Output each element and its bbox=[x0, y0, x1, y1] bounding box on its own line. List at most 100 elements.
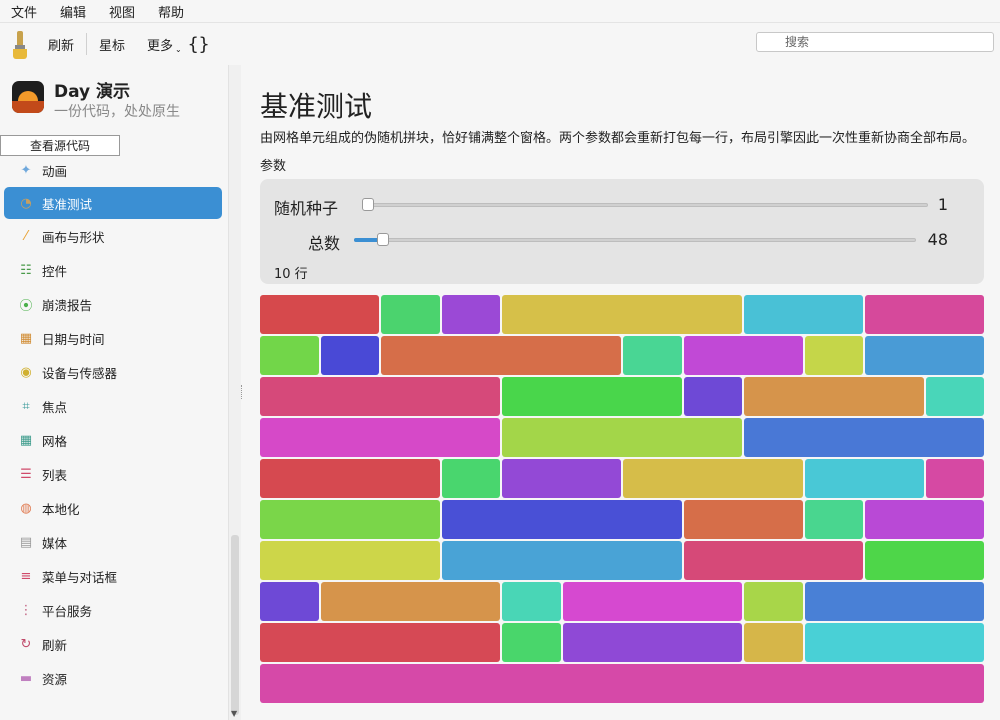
app-subtitle: 一份代码，处处原生 bbox=[54, 104, 180, 120]
sidebar-item-label: 菜单与对话框 bbox=[42, 569, 118, 585]
menu-item-0[interactable]: 文件 bbox=[0, 2, 49, 21]
sidebar-item-9[interactable]: ☰ 列表 bbox=[0, 457, 228, 491]
seed-slider-row: 随机种子 1 bbox=[274, 193, 974, 218]
section-heading: 参数 bbox=[260, 159, 287, 174]
tile bbox=[502, 623, 561, 662]
tile bbox=[744, 623, 803, 662]
tile bbox=[925, 459, 984, 498]
tile bbox=[502, 295, 742, 334]
tile bbox=[260, 500, 440, 539]
sidebar-item-15[interactable]: ▬ 资源 bbox=[0, 661, 228, 695]
tile bbox=[502, 418, 742, 457]
tile bbox=[320, 336, 379, 375]
sidebar-item-label: 画布与形状 bbox=[42, 229, 105, 245]
dots-icon: ⋮ bbox=[19, 602, 33, 618]
tile bbox=[804, 500, 863, 539]
sliders-icon: ☷ bbox=[20, 262, 32, 278]
tile bbox=[744, 582, 803, 621]
sidebar-item-14[interactable]: ↻ 刷新 bbox=[0, 627, 228, 661]
seed-slider-track[interactable] bbox=[362, 203, 928, 207]
calendar-icon: ▦ bbox=[19, 330, 33, 346]
scroll-down-arrow-icon[interactable]: ▼ bbox=[231, 709, 237, 718]
sidebar-item-7[interactable]: ⌗ 焦点 bbox=[0, 389, 228, 423]
tile bbox=[562, 582, 742, 621]
search-input[interactable] bbox=[756, 32, 994, 52]
sidebar-item-11[interactable]: ▤ 媒体 bbox=[0, 525, 228, 559]
tile bbox=[683, 336, 803, 375]
tile-grid bbox=[260, 295, 984, 705]
tile bbox=[925, 377, 984, 416]
sidebar-item-1[interactable]: ◔ 基准测试 bbox=[4, 187, 222, 219]
sidebar-item-4[interactable]: ⦿ 崩溃报告 bbox=[0, 287, 228, 321]
tile bbox=[865, 500, 984, 539]
sidebar-nav: ✦ 动画 ◔ 基准测试 ⁄ 画布与形状 ☷ 控件 ⦿ 崩溃报告 ▦ 日期与时间 ◉ 设备与传感器 ⌗ 焦点 ▦ 网… bbox=[0, 153, 228, 695]
tile bbox=[381, 295, 440, 334]
tile bbox=[865, 541, 984, 580]
tile bbox=[683, 500, 803, 539]
seed-slider-knob[interactable] bbox=[362, 198, 374, 211]
tile bbox=[623, 336, 682, 375]
list-icon: ☰ bbox=[20, 466, 32, 482]
pane-splitter[interactable] bbox=[241, 385, 244, 399]
braces-icon[interactable]: {} bbox=[182, 34, 210, 55]
count-slider-knob[interactable] bbox=[376, 233, 389, 246]
chevron-down-icon: ⌄ bbox=[175, 44, 182, 54]
more-button[interactable]: 更多 bbox=[137, 35, 177, 54]
tile bbox=[441, 500, 682, 539]
sidebar-item-13[interactable]: ⋮ 平台服务 bbox=[0, 593, 228, 627]
tile bbox=[623, 459, 803, 498]
sidebar-item-label: 日期与时间 bbox=[42, 331, 105, 347]
star-button[interactable]: 星标 bbox=[87, 35, 137, 54]
menu-item-2[interactable]: 视图 bbox=[98, 2, 147, 21]
sidebar-item-label: 动画 bbox=[42, 163, 68, 179]
sidebar: Day 演示 一份代码，处处原生 查看源代码 ✦ 动画 ◔ 基准测试 ⁄ 画布与形状 ☷ 控件… bbox=[0, 65, 228, 720]
tile bbox=[441, 541, 682, 580]
sidebar-item-0[interactable]: ✦ 动画 bbox=[0, 153, 228, 187]
sidebar-item-5[interactable]: ▦ 日期与时间 bbox=[0, 321, 228, 355]
parameters-panel: 随机种子 1 总数 48 10 行 bbox=[260, 179, 984, 284]
sidebar-scrollbar[interactable]: ▼ bbox=[228, 65, 241, 720]
tile bbox=[441, 295, 500, 334]
sidebar-item-8[interactable]: ▦ 网格 bbox=[0, 423, 228, 457]
sidebar-item-label: 列表 bbox=[42, 467, 68, 483]
tile bbox=[260, 664, 984, 703]
tile bbox=[381, 336, 621, 375]
broadcast-icon: ⦿ bbox=[19, 298, 33, 314]
sidebar-item-10[interactable]: ◍ 本地化 bbox=[0, 491, 228, 525]
view-source-button[interactable]: 查看源代码 bbox=[0, 135, 120, 156]
sidebar-item-6[interactable]: ◉ 设备与传感器 bbox=[0, 355, 228, 389]
menu-icon: ≡ bbox=[20, 568, 32, 584]
page-description: 由网格单元组成的伪随机拼块，恰好铺满整个窗格。两个参数都会重新打包每一行，布局引… bbox=[260, 131, 976, 146]
tile bbox=[804, 336, 863, 375]
tile bbox=[502, 459, 621, 498]
tile bbox=[441, 459, 500, 498]
sidebar-item-12[interactable]: ≡ 菜单与对话框 bbox=[0, 559, 228, 593]
clapper-icon: ▤ bbox=[19, 534, 33, 550]
tile bbox=[260, 295, 379, 334]
sidebar-item-label: 基准测试 bbox=[42, 196, 93, 212]
count-slider-row: 总数 48 bbox=[274, 228, 974, 253]
menu-bar: 文件 编辑 视图 帮助 bbox=[0, 0, 1000, 22]
brush-icon[interactable] bbox=[8, 29, 36, 59]
app-logo-icon bbox=[12, 81, 44, 113]
sidebar-item-3[interactable]: ☷ 控件 bbox=[0, 253, 228, 287]
brush-icon: ⁄ bbox=[24, 228, 28, 244]
tile bbox=[804, 623, 984, 662]
count-value: 48 bbox=[927, 230, 948, 249]
page-title: 基准测试 bbox=[260, 90, 373, 123]
menu-item-1[interactable]: 编辑 bbox=[49, 2, 98, 21]
sensor-icon: ◉ bbox=[20, 364, 32, 380]
tile bbox=[260, 541, 440, 580]
sidebar-item-2[interactable]: ⁄ 画布与形状 bbox=[0, 219, 228, 253]
sidebar-item-label: 资源 bbox=[42, 671, 68, 687]
tile bbox=[744, 418, 984, 457]
tile bbox=[865, 295, 984, 334]
tile bbox=[804, 582, 984, 621]
scrollbar-thumb[interactable] bbox=[231, 535, 239, 715]
menu-item-3[interactable]: 帮助 bbox=[147, 2, 196, 21]
count-slider-track[interactable] bbox=[354, 238, 916, 242]
refresh-button[interactable]: 刷新 bbox=[36, 35, 86, 54]
tile bbox=[683, 541, 863, 580]
seed-label: 随机种子 bbox=[274, 199, 339, 218]
tile bbox=[562, 623, 742, 662]
